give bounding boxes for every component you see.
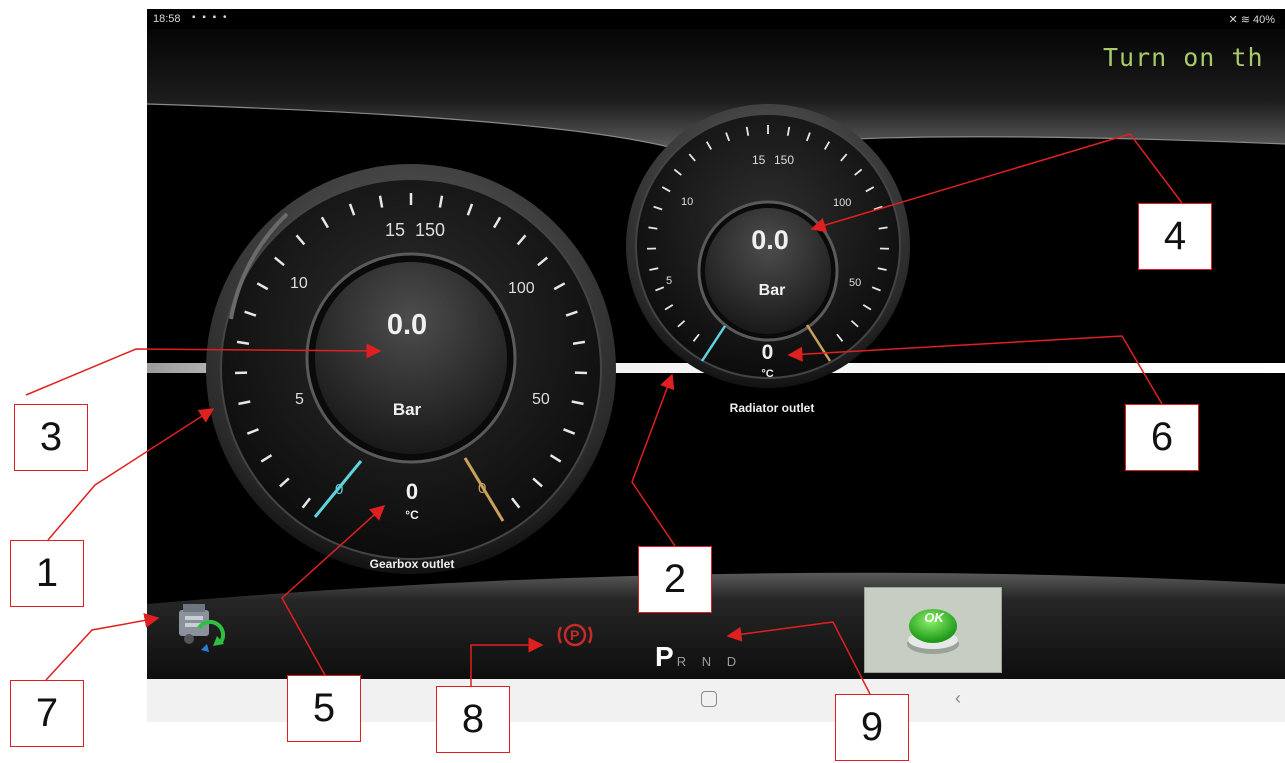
radiator-scale-150: 150	[774, 153, 794, 167]
gearbox-scale-15: 15	[385, 220, 405, 240]
radiator-temperature-unit: °C	[761, 368, 774, 380]
radiator-temperature-value: 0	[761, 341, 774, 364]
gearbox-scale-150: 150	[415, 220, 445, 240]
gear-selector[interactable]: PR N D	[655, 641, 742, 673]
parking-brake-symbol: P	[570, 627, 579, 643]
app-screen: 5 10 15 150 100 50 0 0 5 10 15 150 100 5…	[147, 9, 1285, 722]
gearbox-scale-10: 10	[290, 275, 308, 292]
radiator-pressure-value: 0.0	[751, 225, 789, 255]
dashboard-scene: 5 10 15 150 100 50 0 0 5 10 15 150 100 5…	[147, 29, 1285, 679]
callout-arrow-7	[45, 613, 160, 681]
ok-button-label: OK	[924, 610, 944, 625]
callout-3: 3	[14, 404, 88, 471]
gear-active: P	[655, 641, 677, 672]
gear-others: R N D	[676, 654, 743, 669]
callout-2: 2	[638, 546, 712, 613]
gearbox-scale-100: 100	[508, 280, 535, 297]
gearbox-temperature-unit: °C	[405, 508, 419, 522]
gearbox-temperature-value: 0	[405, 479, 419, 504]
radiator-scale-5: 5	[666, 275, 672, 287]
gearbox-pressure-unit: Bar	[392, 400, 422, 419]
instruction-marquee: Turn on th	[1103, 43, 1264, 72]
callout-1: 1	[10, 540, 84, 607]
gearbox-pressure-value: 0.0	[386, 309, 428, 341]
callout-4: 4	[1138, 203, 1212, 270]
callout-9: 9	[835, 694, 909, 761]
gearbox-scale-5: 5	[295, 391, 304, 408]
radiator-scale-15: 15	[752, 153, 766, 167]
radiator-gauge-title: Radiator outlet	[729, 401, 815, 415]
status-time: 18:58	[153, 13, 181, 25]
gearbox-scale-50: 50	[532, 391, 550, 408]
callout-6: 6	[1125, 404, 1199, 471]
callout-7: 7	[10, 680, 84, 747]
gearbox-needle-label-pressure: 0	[335, 481, 343, 498]
radiator-scale-100: 100	[833, 197, 851, 209]
callout-5: 5	[287, 675, 361, 742]
status-bar: 18:58 ▪ ▪ ▪ • ✕ ≋ 40%	[147, 9, 1285, 31]
radiator-scale-10: 10	[681, 196, 693, 208]
gearbox-gauge-title: Gearbox outlet	[369, 557, 455, 571]
callout-8: 8	[436, 686, 510, 753]
ok-button-panel[interactable]: OK	[864, 587, 1002, 673]
radiator-scale-50: 50	[849, 277, 861, 289]
ok-button-icon[interactable]	[865, 588, 1001, 672]
back-icon[interactable]: ‹	[955, 688, 961, 709]
gearbox-needle-label-temp: 0	[478, 480, 486, 497]
radiator-pressure-unit: Bar	[758, 282, 786, 299]
status-notification-icons: ▪ ▪ ▪ •	[192, 12, 229, 23]
status-battery: ✕ ≋ 40%	[1228, 14, 1275, 26]
home-icon[interactable]	[701, 691, 717, 707]
